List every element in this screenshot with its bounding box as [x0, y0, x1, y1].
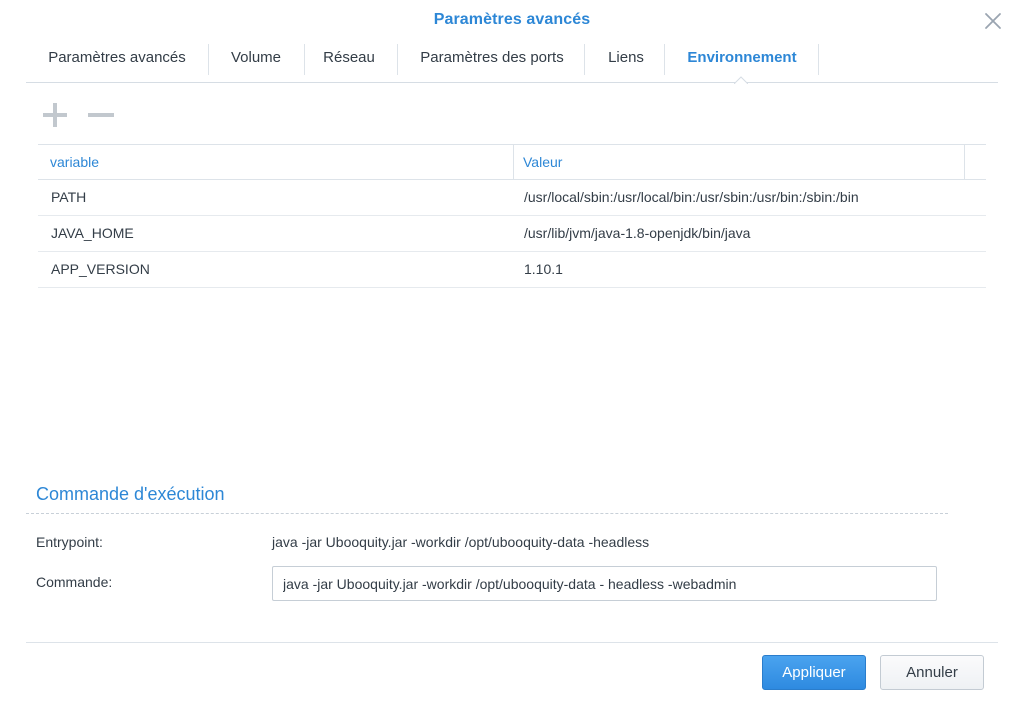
column-header-value[interactable]: Valeur [523, 145, 562, 179]
tab-divider [664, 44, 665, 75]
table-row[interactable]: APP_VERSION 1.10.1 [38, 252, 986, 288]
tab-volume[interactable]: Volume [216, 42, 296, 74]
tab-divider [818, 44, 819, 75]
column-divider [964, 145, 965, 179]
tab-divider [304, 44, 305, 75]
cell-variable: PATH [51, 189, 87, 205]
cell-value: 1.10.1 [524, 261, 563, 277]
cell-value: /usr/local/sbin:/usr/local/bin:/usr/sbin… [524, 189, 859, 205]
tab-port-settings[interactable]: Paramètres des ports [407, 42, 577, 74]
cell-variable: APP_VERSION [51, 261, 150, 277]
command-input[interactable] [272, 566, 937, 601]
tab-links[interactable]: Liens [592, 42, 660, 74]
dialog-titlebar: Paramètres avancés [0, 0, 1024, 42]
column-divider [513, 145, 514, 179]
tab-divider [397, 44, 398, 75]
table-header: variable Valeur [38, 144, 986, 180]
environment-table: variable Valeur PATH /usr/local/sbin:/us… [38, 144, 986, 288]
active-tab-indicator [734, 76, 748, 84]
tab-environment[interactable]: Environnement [672, 42, 812, 74]
cell-variable: JAVA_HOME [51, 225, 134, 241]
cancel-button[interactable]: Annuler [880, 655, 984, 690]
tab-divider [584, 44, 585, 75]
apply-button[interactable]: Appliquer [762, 655, 866, 690]
tab-advanced-settings[interactable]: Paramètres avancés [34, 42, 200, 74]
tab-divider [208, 44, 209, 75]
entrypoint-label: Entrypoint: [36, 534, 103, 550]
table-row[interactable]: PATH /usr/local/sbin:/usr/local/bin:/usr… [38, 180, 986, 216]
section-divider [26, 513, 948, 514]
command-label: Commande: [36, 574, 113, 590]
footer-divider [26, 642, 998, 643]
minus-icon[interactable] [86, 100, 116, 135]
column-header-variable[interactable]: variable [50, 145, 99, 179]
tab-bar: Paramètres avancés Volume Réseau Paramèt… [26, 42, 998, 83]
tab-network[interactable]: Réseau [312, 42, 386, 74]
entrypoint-value: java -jar Ubooquity.jar -workdir /opt/ub… [272, 534, 650, 550]
cell-value: /usr/lib/jvm/java-1.8-openjdk/bin/java [524, 225, 751, 241]
close-icon[interactable] [984, 12, 1002, 30]
dialog-title: Paramètres avancés [433, 11, 591, 28]
plus-icon[interactable] [40, 100, 70, 135]
section-title-execution: Commande d'exécution [36, 484, 225, 504]
table-row[interactable]: JAVA_HOME /usr/lib/jvm/java-1.8-openjdk/… [38, 216, 986, 252]
